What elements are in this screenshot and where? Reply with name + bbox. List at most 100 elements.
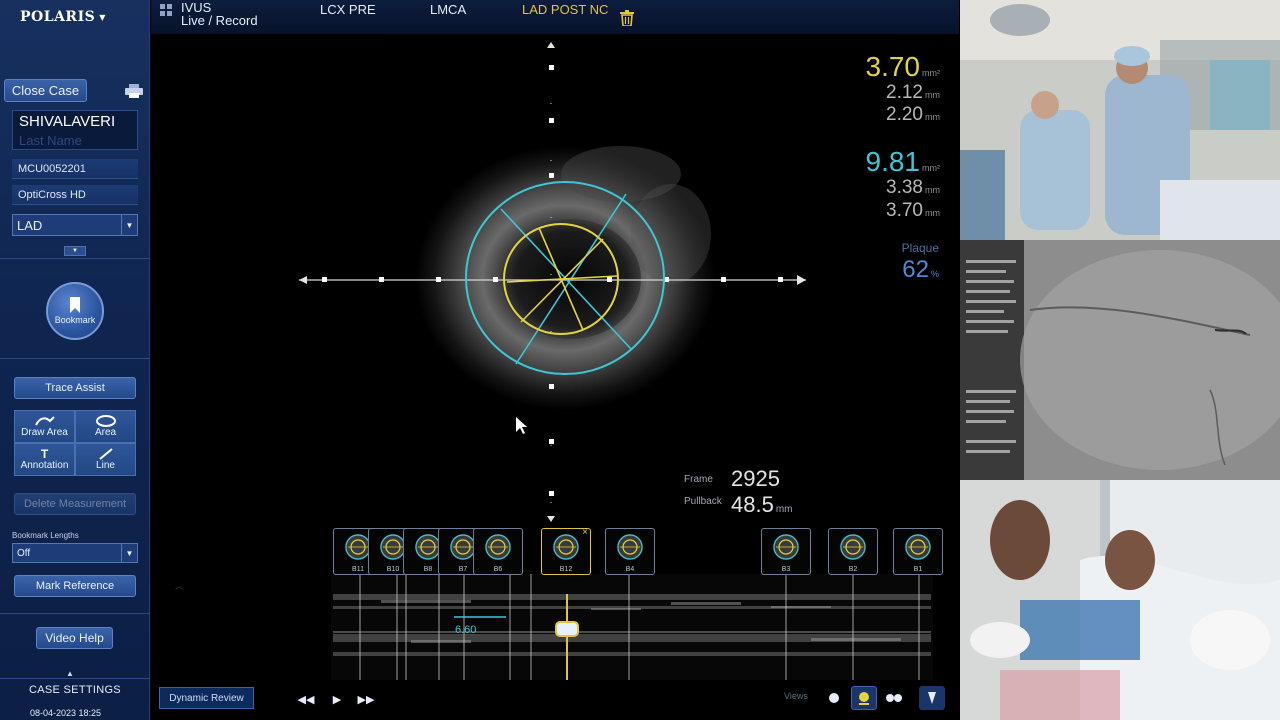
bookmark-button[interactable]: Bookmark — [46, 282, 104, 340]
bookmark-thumbnail[interactable]: B4 — [605, 528, 655, 575]
area-label: Area — [94, 427, 117, 438]
bookmark-thumbnail[interactable]: B3 — [761, 528, 811, 575]
ivus-thumbnail-image — [617, 534, 643, 560]
fast-forward-button[interactable]: ▶▶ — [354, 690, 378, 708]
ivus-thumbnail-image — [485, 534, 511, 560]
pullback-unit: mm — [775, 504, 793, 515]
ivus-thumbnail-image — [840, 534, 866, 560]
measurement-tools: Draw Area Area T Annotation Line — [14, 410, 136, 476]
tab-ivus-live[interactable]: IVUS Live / Record — [181, 1, 258, 27]
vessel-select[interactable]: LAD ▼ — [12, 214, 138, 236]
frame-label: Frame — [684, 474, 713, 485]
ivus-viewer[interactable]: ︿ 3.70 mm² 2.12 mm 2.20 mm 9.81 mm² 3.38 mm 3… — [151, 34, 959, 720]
close-icon[interactable]: × — [582, 527, 588, 538]
bookmark-label: B4 — [625, 566, 635, 573]
bookmark-thumbnail[interactable]: B2 — [828, 528, 878, 575]
angiography-image — [960, 240, 1280, 480]
rewind-button[interactable]: ◀◀ — [294, 690, 318, 708]
plaque-readout: 62% — [902, 256, 939, 284]
bookmark-label: B2 — [848, 566, 858, 573]
plaque-value: 62 — [902, 256, 929, 283]
video-help-button[interactable]: Video Help — [36, 627, 113, 649]
catheter-field[interactable]: OptiCross HD — [12, 185, 138, 205]
rewind-icon: ◀◀ — [297, 693, 315, 706]
dual-dot-icon — [886, 694, 902, 702]
patient-id-field[interactable]: MCU0052201 — [12, 159, 138, 179]
bookmark-thumbnail[interactable]: B6 — [473, 528, 523, 575]
divider — [0, 358, 150, 359]
tab-lmca[interactable]: LMCA — [430, 2, 466, 17]
draw-area-icon — [34, 416, 55, 426]
left-sidebar: POLARIS ▼ Close Case SHIVALAVERI Last Nam… — [0, 0, 150, 720]
pullback-label: Pullback — [684, 496, 722, 507]
bookmark-thumbnail[interactable]: B12 × — [541, 527, 591, 575]
vessel-max-diameter: 3.70 mm — [886, 200, 940, 222]
tab-lad-post-nc[interactable]: LAD POST NC — [522, 2, 608, 17]
arrow-up-icon — [547, 42, 555, 48]
ivus-image[interactable]: ︿ — [151, 34, 959, 720]
mm-unit: mm — [925, 185, 940, 195]
line-label: Line — [96, 460, 115, 471]
vessel-min-value: 3.38 — [886, 177, 923, 198]
vessel-max-value: 3.70 — [886, 200, 923, 221]
angiography-view — [960, 240, 1280, 480]
tab-lcx-pre[interactable]: LCX PRE — [320, 2, 376, 17]
brand-caret-icon: ▼ — [99, 12, 106, 22]
draw-area-label: Draw Area — [21, 427, 68, 438]
vessel-select-value: LAD — [17, 217, 43, 233]
annotation-button[interactable]: T Annotation — [14, 443, 75, 476]
play-icon: ▶ — [332, 693, 342, 706]
collapse-toggle[interactable]: ▼ — [64, 246, 86, 256]
draw-area-button[interactable]: Draw Area — [14, 410, 75, 443]
patient-last-name-placeholder: Last Name — [19, 133, 82, 148]
chevron-up-icon[interactable]: ▲ — [66, 669, 74, 678]
date-time: 08-04-2023 18:25 — [30, 708, 102, 718]
views-label: Views — [784, 691, 808, 701]
bookmark-icon — [70, 297, 80, 313]
lumen-area-unit: mm² — [922, 68, 940, 78]
trash-icon[interactable] — [620, 10, 634, 26]
view-lumen-button[interactable] — [851, 686, 877, 710]
grid-icon — [160, 4, 172, 16]
lumen-area-value: 3.70 — [865, 51, 921, 82]
view-single-button[interactable] — [821, 686, 847, 710]
lumen-view-icon — [859, 692, 869, 705]
patient-name-field[interactable]: SHIVALAVERI Last Name — [12, 110, 138, 150]
dot-icon — [829, 693, 839, 703]
chevron-down-icon: ▼ — [72, 248, 78, 254]
collapse-chevron-icon[interactable]: ︿ — [175, 582, 184, 592]
close-case-button[interactable]: Close Case — [4, 79, 87, 102]
area-button[interactable]: Area — [75, 410, 136, 443]
mm-unit: mm — [925, 208, 940, 218]
cursor-icon — [516, 417, 527, 434]
mm-unit: mm — [925, 90, 940, 100]
case-settings-button[interactable]: CASE SETTINGS — [0, 684, 150, 696]
fast-forward-icon: ▶▶ — [357, 693, 375, 706]
dynamic-review-button[interactable]: Dynamic Review — [159, 687, 254, 709]
view-longitudinal-button[interactable] — [919, 686, 945, 710]
bookmark-lengths-label: Bookmark Lengths — [12, 531, 79, 540]
lumen-min-diameter: 2.12 mm — [886, 82, 940, 104]
playhead-handle[interactable] — [555, 621, 579, 637]
arrow-left-icon — [299, 276, 307, 284]
annotation-label: Annotation — [20, 460, 69, 471]
play-button[interactable]: ▶ — [325, 690, 349, 708]
mark-reference-button[interactable]: Mark Reference — [14, 575, 136, 597]
brand-menu[interactable]: POLARIS ▼ — [20, 9, 106, 25]
vessel-area-unit: mm² — [922, 163, 940, 173]
bookmark-lengths-select[interactable]: Off ▼ — [12, 543, 138, 563]
cath-lab-camera-image — [960, 0, 1280, 240]
ivus-thumbnail-image — [773, 534, 799, 560]
line-button[interactable]: Line — [75, 443, 136, 476]
patient-first-name: SHIVALAVERI — [19, 113, 116, 130]
trace-assist-button[interactable]: Trace Assist — [14, 377, 136, 399]
delete-measurement-button[interactable]: Delete Measurement — [14, 493, 136, 515]
vessel-area-value: 9.81 — [865, 146, 921, 177]
bookmark-label: Bookmark — [54, 315, 96, 325]
bookmark-thumbnail[interactable]: B1 — [893, 528, 943, 575]
view-dual-button[interactable] — [881, 686, 907, 710]
print-icon[interactable] — [125, 84, 143, 98]
length-measurement-label: 6.60 — [455, 624, 477, 636]
plaque-unit: % — [930, 269, 939, 279]
longitudinal-view[interactable] — [331, 574, 933, 680]
